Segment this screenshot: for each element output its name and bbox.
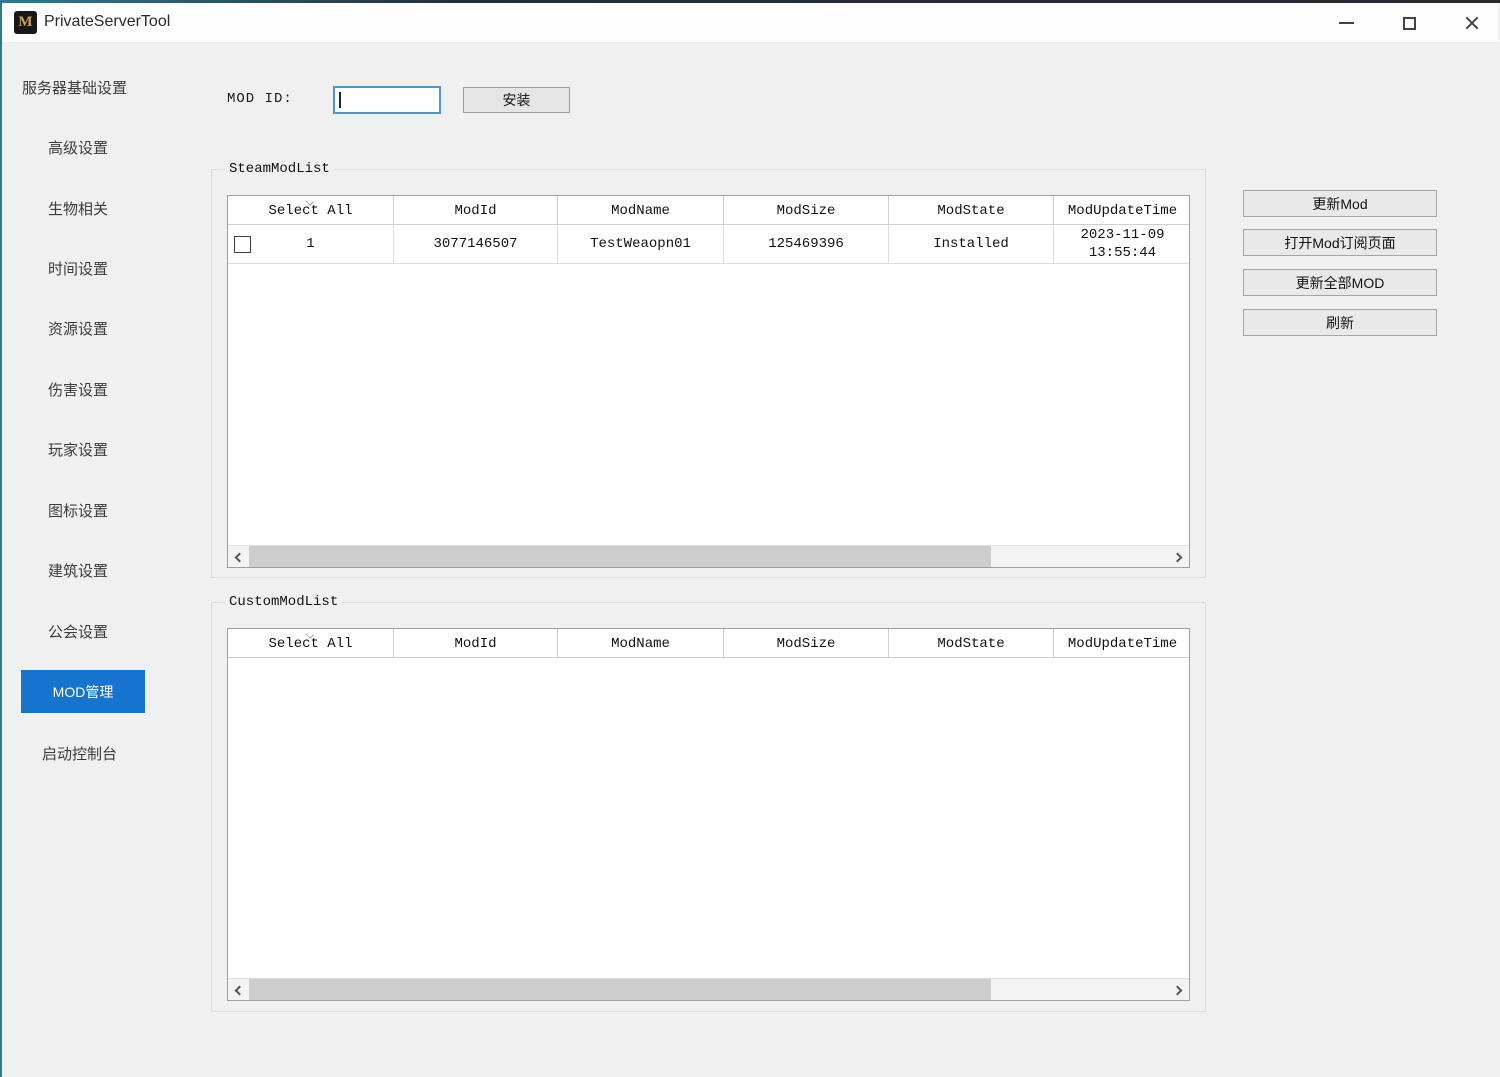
app-window: { "window": { "title": "PrivateServerToo… — [0, 0, 1500, 1077]
scroll-right-icon — [1173, 985, 1183, 995]
close-button[interactable] — [1450, 3, 1494, 43]
sidebar-item-launch-console[interactable]: 启动控制台 — [42, 743, 117, 764]
steam-header-mod-name[interactable]: ModName — [558, 196, 724, 225]
sidebar-item-advanced-settings[interactable]: 高级设置 — [48, 137, 108, 158]
custom-mod-list-group: CustomModList Select All ModId ModName M… — [211, 602, 1206, 1012]
sidebar-item-resource-settings[interactable]: 资源设置 — [48, 318, 108, 339]
scroll-left-icon — [235, 552, 245, 562]
custom-table-header: Select All ModId ModName ModSize ModStat… — [228, 629, 1190, 658]
scroll-right-button[interactable] — [1169, 979, 1189, 1001]
custom-header-mod-state[interactable]: ModState — [889, 629, 1054, 658]
scrollbar-thumb[interactable] — [249, 546, 991, 568]
steam-row-mod-name: TestWeaopn01 — [558, 225, 724, 264]
steam-header-mod-size[interactable]: ModSize — [724, 196, 889, 225]
app-icon-letter: M — [18, 14, 32, 31]
text-caret — [339, 92, 341, 108]
sidebar-item-server-basic-settings[interactable]: 服务器基础设置 — [22, 77, 127, 98]
sidebar-item-guild-settings[interactable]: 公会设置 — [48, 621, 108, 642]
scrollbar-thumb[interactable] — [249, 979, 991, 1001]
window-title: PrivateServerTool — [44, 13, 170, 31]
steam-row-update-time: 13:55:44 — [1089, 245, 1156, 261]
custom-header-mod-size[interactable]: ModSize — [724, 629, 889, 658]
steam-header-mod-id[interactable]: ModId — [394, 196, 558, 225]
scroll-left-icon — [235, 985, 245, 995]
refresh-button[interactable]: 刷新 — [1243, 309, 1437, 336]
update-mod-button[interactable]: 更新Mod — [1243, 190, 1437, 217]
custom-header-mod-name[interactable]: ModName — [558, 629, 724, 658]
sidebar-item-icon-settings[interactable]: 图标设置 — [48, 500, 108, 521]
mod-id-input[interactable] — [333, 86, 441, 114]
custom-header-mod-id[interactable]: ModId — [394, 629, 558, 658]
scroll-left-button[interactable] — [228, 546, 248, 568]
maximize-icon — [1403, 17, 1416, 30]
row-checkbox[interactable] — [234, 236, 251, 253]
steam-header-mod-state[interactable]: ModState — [889, 196, 1054, 225]
sidebar-item-creature-related[interactable]: 生物相关 — [48, 198, 108, 219]
close-icon — [1464, 15, 1480, 31]
steam-mod-list-title: SteamModList — [225, 161, 334, 177]
title-bar: M PrivateServerTool — [2, 3, 1498, 43]
maximize-button[interactable] — [1387, 3, 1431, 43]
steam-row-mod-size: 125469396 — [724, 225, 889, 264]
sort-chevron-icon — [306, 631, 314, 639]
minimize-icon — [1339, 22, 1354, 24]
steam-header-mod-update-time[interactable]: ModUpdateTime — [1054, 196, 1190, 225]
minimize-button[interactable] — [1324, 3, 1368, 43]
mod-id-label: MOD ID: — [227, 91, 293, 107]
custom-mod-list-title: CustomModList — [225, 594, 342, 610]
custom-header-mod-update-time[interactable]: ModUpdateTime — [1054, 629, 1190, 658]
scroll-right-button[interactable] — [1169, 546, 1189, 568]
scroll-left-button[interactable] — [228, 979, 248, 1001]
steam-row-select-cell: 1 — [228, 225, 394, 264]
sort-chevron-icon — [306, 198, 314, 206]
steam-table-header: Select All ModId ModName ModSize ModStat… — [228, 196, 1190, 225]
steam-mod-list-group: SteamModList Select All ModId ModName Mo… — [211, 169, 1206, 578]
open-mod-subscription-button[interactable]: 打开Mod订阅页面 — [1243, 229, 1437, 256]
scroll-right-icon — [1173, 552, 1183, 562]
sidebar-item-building-settings[interactable]: 建筑设置 — [48, 560, 108, 581]
custom-horizontal-scrollbar[interactable] — [228, 978, 1189, 1000]
sidebar-item-time-settings[interactable]: 时间设置 — [48, 258, 108, 279]
steam-row-mod-update-time: 2023-11-09 13:55:44 — [1054, 225, 1190, 264]
custom-header-select-all[interactable]: Select All — [228, 629, 394, 658]
steam-horizontal-scrollbar[interactable] — [228, 545, 1189, 567]
steam-header-select-all[interactable]: Select All — [228, 196, 394, 225]
window-left-accent — [0, 0, 2, 1077]
install-button[interactable]: 安装 — [463, 87, 570, 113]
steam-row-mod-state: Installed — [889, 225, 1054, 264]
steam-row-update-date: 2023-11-09 — [1080, 227, 1164, 243]
custom-mod-table: Select All ModId ModName ModSize ModStat… — [227, 628, 1190, 1001]
update-all-mods-button[interactable]: 更新全部MOD — [1243, 269, 1437, 296]
steam-table-row[interactable]: 1 3077146507 TestWeaopn01 125469396 Inst… — [228, 225, 1190, 264]
sidebar-item-player-settings[interactable]: 玩家设置 — [48, 439, 108, 460]
steam-mod-table: Select All ModId ModName ModSize ModStat… — [227, 195, 1190, 568]
sidebar-item-mod-management-selected[interactable]: MOD管理 — [21, 670, 145, 713]
steam-row-mod-id: 3077146507 — [394, 225, 558, 264]
steam-row-index: 1 — [306, 236, 314, 254]
app-icon: M — [14, 11, 37, 34]
sidebar-item-damage-settings[interactable]: 伤害设置 — [48, 379, 108, 400]
